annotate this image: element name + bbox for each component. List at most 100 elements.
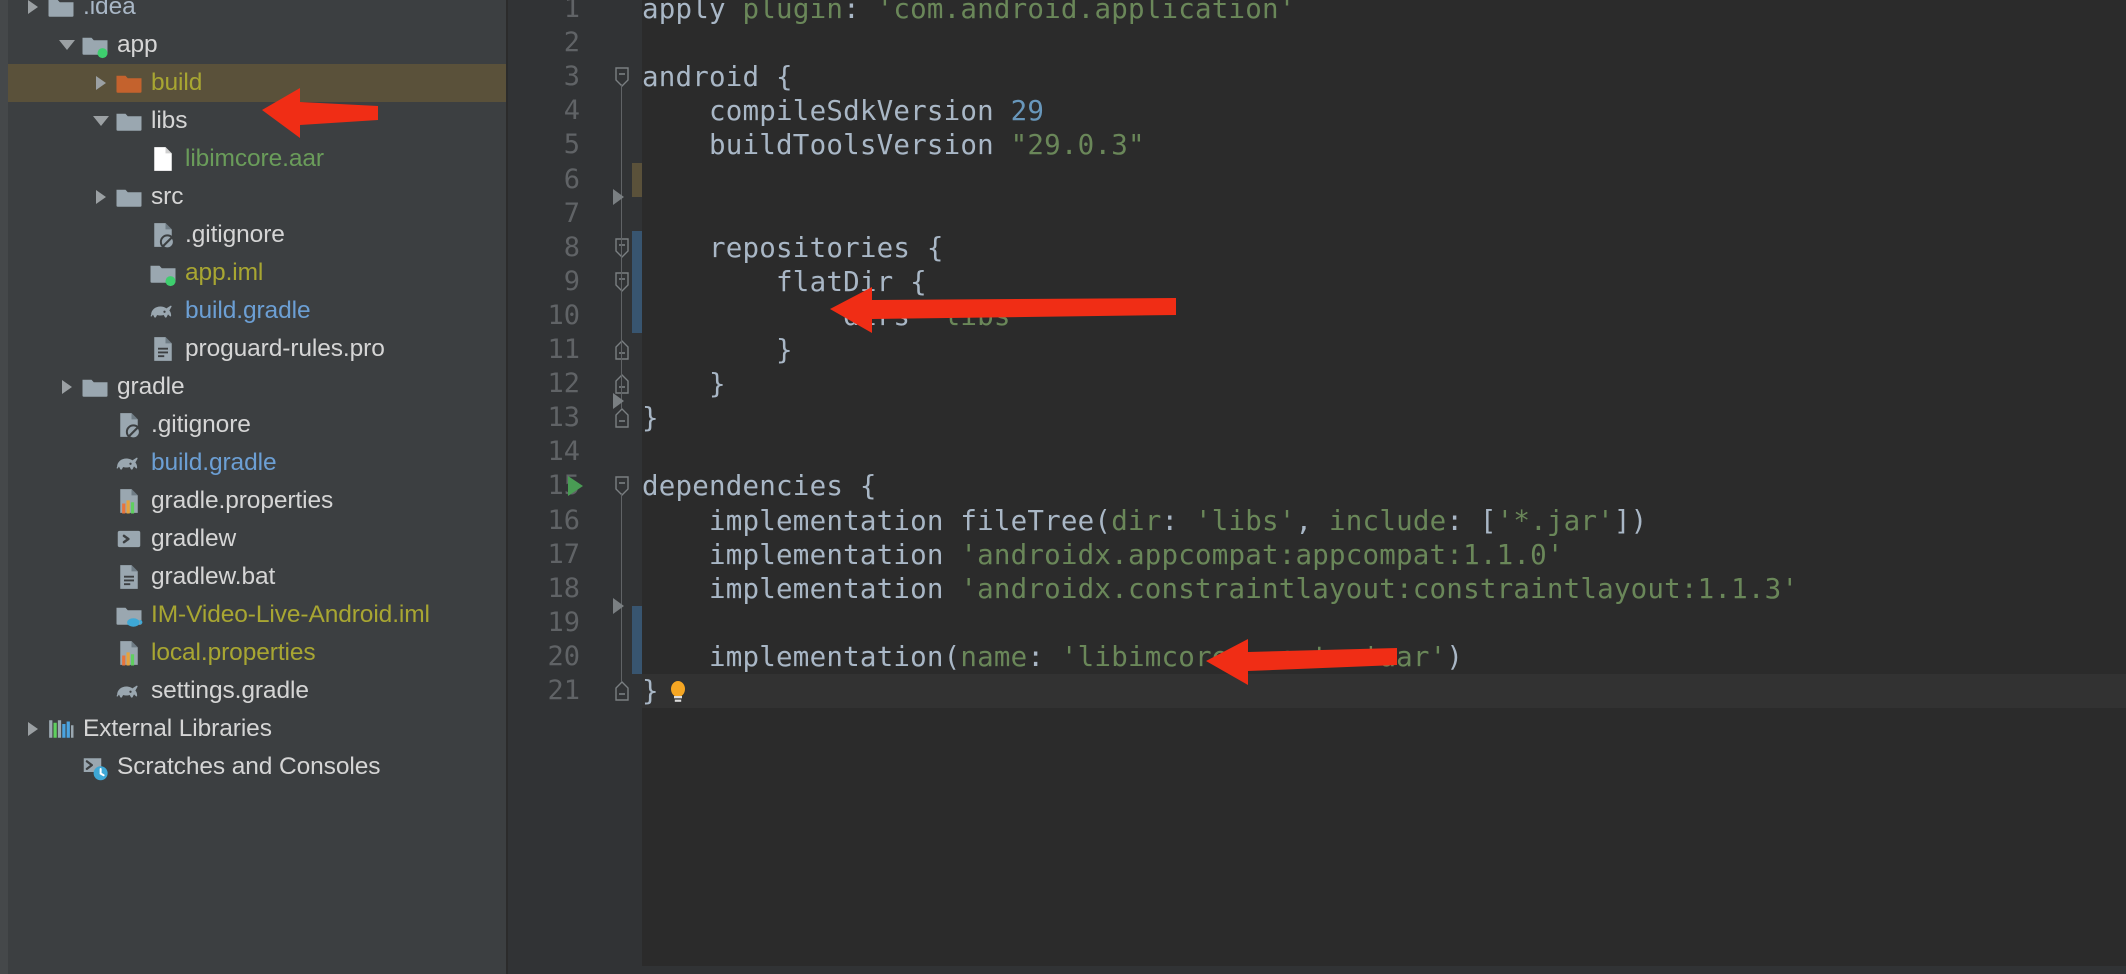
- code-line[interactable]: compileSdkVersion 29: [642, 94, 1044, 128]
- tree-item-libs[interactable]: libs: [8, 102, 506, 140]
- tree-item-app-iml[interactable]: app.iml: [8, 254, 506, 292]
- tree-item-build[interactable]: build: [8, 64, 506, 102]
- fold-collapse-icon[interactable]: [602, 60, 642, 94]
- code-line[interactable]: flatDir {: [642, 265, 927, 299]
- fold-end-icon[interactable]: [602, 674, 642, 708]
- code-folding-strip[interactable]: [602, 0, 642, 974]
- line-number: 16: [547, 504, 580, 536]
- tree-item-proguard-rules-pro[interactable]: proguard-rules.pro: [8, 330, 506, 368]
- tree-item-gitignore[interactable]: .gitignore: [8, 216, 506, 254]
- tree-item-label: .gitignore: [151, 411, 251, 438]
- tree-item-idea[interactable]: .idea: [8, 0, 506, 26]
- fold-end-icon[interactable]: [602, 333, 642, 367]
- tree-item-app[interactable]: app: [8, 26, 506, 64]
- vcs-change-marker[interactable]: [632, 605, 642, 674]
- code-line[interactable]: }: [642, 367, 726, 401]
- vcs-change-marker[interactable]: [632, 230, 642, 333]
- chevron-right-icon[interactable]: [88, 64, 114, 102]
- tree-item-gradlew[interactable]: gradlew: [8, 520, 506, 558]
- code-line[interactable]: implementation fileTree(dir: 'libs', inc…: [642, 504, 1647, 538]
- tree-item-label: app.iml: [185, 259, 264, 286]
- tree-item-label: libs: [151, 107, 188, 134]
- folder-icon: [114, 182, 144, 212]
- tree-item-src[interactable]: src: [8, 178, 506, 216]
- code-line[interactable]: }: [642, 333, 793, 367]
- scratches-icon: [80, 752, 110, 782]
- tree-item-im-video-live-android-iml[interactable]: IM-Video-Live-Android.iml: [8, 596, 506, 634]
- tree-item-build-gradle[interactable]: build.gradle: [8, 444, 506, 482]
- project-tool-window[interactable]: .idea app build libs libimcore.aar src .gitign…: [0, 0, 508, 974]
- code-line[interactable]: implementation 'androidx.appcompat:appco…: [642, 538, 1564, 572]
- tree-item-local-properties[interactable]: local.properties: [8, 634, 506, 672]
- tree-item-settings-gradle[interactable]: settings.gradle: [8, 672, 506, 710]
- gitignore-file-icon: [148, 220, 178, 250]
- folder-icon: [114, 106, 144, 136]
- tree-item-label: gradlew: [151, 525, 237, 552]
- line-number: 20: [547, 640, 580, 672]
- code-line[interactable]: repositories {: [642, 231, 944, 265]
- tree-item-external-libraries[interactable]: External Libraries: [8, 710, 506, 748]
- chevron-right-icon[interactable]: [20, 0, 46, 26]
- fold-expand-icon[interactable]: [613, 188, 624, 205]
- fold-region-line: [621, 288, 622, 341]
- vcs-change-marker[interactable]: [632, 162, 642, 197]
- caret-line-highlight: [642, 674, 2126, 709]
- code-line[interactable]: buildToolsVersion "29.0.3": [642, 128, 1145, 162]
- tree-item-label: local.properties: [151, 639, 316, 666]
- chevron-right-icon[interactable]: [20, 710, 46, 748]
- tree-item-gitignore[interactable]: .gitignore: [8, 406, 506, 444]
- line-number-gutter[interactable]: 1 2 3 4 5 6 7 8 9 10 11 12 13 14 15 16 17 18 19 20 21: [508, 0, 602, 974]
- line-number: 8: [563, 231, 580, 263]
- tree-item-gradle-properties[interactable]: gradle.properties: [8, 482, 506, 520]
- code-line[interactable]: dependencies {: [642, 469, 877, 503]
- gradle-icon: [114, 448, 144, 478]
- module-folder-icon: [148, 258, 178, 288]
- tree-item-label: libimcore.aar: [185, 145, 324, 172]
- chevron-down-icon[interactable]: [88, 102, 114, 140]
- properties-file-icon: [114, 486, 144, 516]
- code-line[interactable]: apply plugin: 'com.android.application': [642, 0, 1296, 26]
- folder-icon: [46, 0, 76, 22]
- tree-item-label: External Libraries: [83, 715, 272, 742]
- tree-item-scratches-and-consoles[interactable]: Scratches and Consoles: [8, 748, 506, 786]
- intention-bulb-icon[interactable]: [666, 679, 690, 709]
- code-editor[interactable]: 1 2 3 4 5 6 7 8 9 10 11 12 13 14 15 16 17 18 19 20 21 apply …: [508, 0, 2126, 974]
- code-line[interactable]: implementation(name: 'libimcore', ext: '…: [642, 640, 1463, 674]
- project-tree[interactable]: .idea app build libs libimcore.aar src .gitign…: [8, 0, 506, 786]
- line-number: 13: [547, 402, 580, 434]
- line-number: 7: [563, 197, 580, 229]
- gradle-icon: [114, 676, 144, 706]
- code-line[interactable]: android {: [642, 60, 793, 94]
- run-gutter-icon[interactable]: [568, 476, 583, 497]
- tree-item-label: proguard-rules.pro: [185, 335, 385, 362]
- code-line[interactable]: dirs 'libs': [642, 299, 1027, 333]
- tree-item-gradle[interactable]: gradle: [8, 368, 506, 406]
- tree-item-label: .gitignore: [185, 221, 285, 248]
- tree-item-libimcore-aar[interactable]: libimcore.aar: [8, 140, 506, 178]
- excluded-folder-icon: [114, 68, 144, 98]
- fold-expand-icon[interactable]: [613, 597, 624, 614]
- line-number: 17: [547, 538, 580, 570]
- tree-item-gradlew-bat[interactable]: gradlew.bat: [8, 558, 506, 596]
- code-line[interactable]: implementation 'androidx.constraintlayou…: [642, 572, 1798, 606]
- tree-item-build-gradle[interactable]: build.gradle: [8, 292, 506, 330]
- module-folder-icon: [80, 30, 110, 60]
- code-content[interactable]: apply plugin: 'com.android.application' a…: [642, 0, 2126, 974]
- line-number: 3: [563, 61, 580, 93]
- fold-collapse-icon[interactable]: [602, 469, 642, 503]
- chevron-down-icon[interactable]: [54, 26, 80, 64]
- fold-expand-icon[interactable]: [613, 393, 624, 410]
- code-line[interactable]: }: [642, 401, 659, 435]
- chevron-right-icon[interactable]: [54, 368, 80, 406]
- chevron-right-icon[interactable]: [88, 178, 114, 216]
- tree-item-label: gradlew.bat: [151, 563, 276, 590]
- line-number: 12: [547, 368, 580, 400]
- code-line[interactable]: }: [642, 674, 659, 708]
